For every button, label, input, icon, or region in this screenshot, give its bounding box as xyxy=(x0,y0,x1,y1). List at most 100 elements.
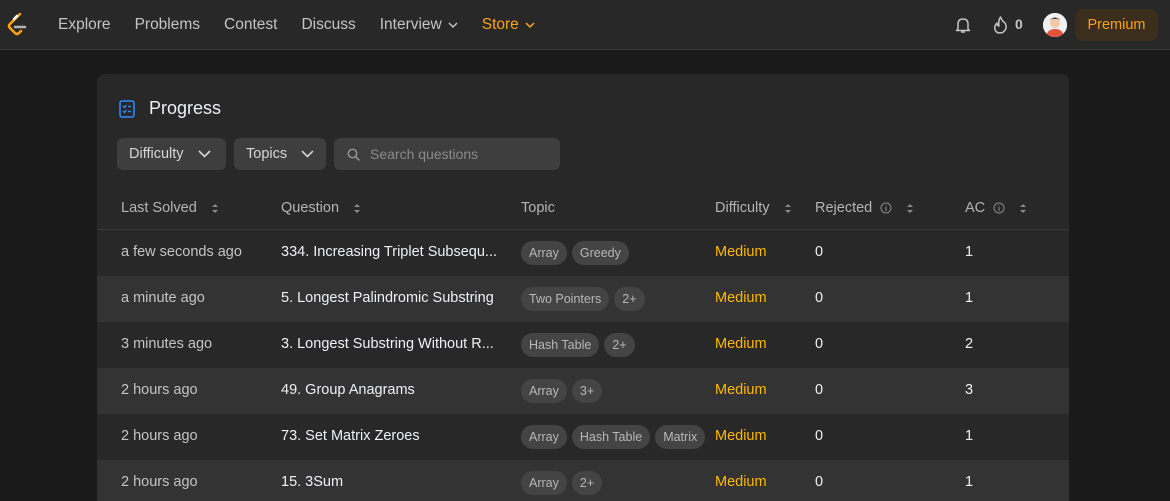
question-link[interactable]: 5. Longest Palindromic Substring xyxy=(281,290,494,306)
last-solved-cell: 2 hours ago xyxy=(121,382,198,398)
ac-cell: 1 xyxy=(965,428,974,444)
nav-links: Explore Problems Contest Discuss Intervi… xyxy=(58,0,559,50)
col-last-solved[interactable]: Last Solved xyxy=(121,200,219,216)
fire-icon[interactable] xyxy=(993,16,1008,34)
ac-cell: 2 xyxy=(965,336,974,352)
difficulty-cell: Medium xyxy=(715,244,767,260)
top-nav: Explore Problems Contest Discuss Intervi… xyxy=(0,0,1170,50)
rejected-cell: 0 xyxy=(815,336,824,352)
info-icon[interactable] xyxy=(993,202,1005,214)
streak-count: 0 xyxy=(1015,16,1023,32)
topic-tag[interactable]: Array xyxy=(521,241,567,265)
table-header: Last Solved Question Topic Difficulty Re… xyxy=(97,188,1069,230)
table-row[interactable]: a few seconds ago 334. Increasing Triplet… xyxy=(97,230,1069,276)
difficulty-dropdown[interactable]: Difficulty xyxy=(117,138,226,170)
topic-tags: Two Pointers 2+ xyxy=(521,287,650,311)
info-icon[interactable] xyxy=(880,202,892,214)
nav-explore[interactable]: Explore xyxy=(58,16,111,34)
nav-contest[interactable]: Contest xyxy=(224,16,277,34)
filter-bar: Difficulty Topics xyxy=(117,138,560,170)
table-row[interactable]: 3 minutes ago 3. Longest Substring Withou… xyxy=(97,322,1069,368)
col-ac[interactable]: AC xyxy=(965,200,1027,216)
difficulty-cell: Medium xyxy=(715,428,767,444)
nav-store-label: Store xyxy=(481,16,519,33)
topic-tag[interactable]: Greedy xyxy=(571,241,629,265)
col-rejected[interactable]: Rejected xyxy=(815,200,914,216)
ac-cell: 1 xyxy=(965,244,974,260)
difficulty-cell: Medium xyxy=(715,290,767,306)
question-link[interactable]: 15. 3Sum xyxy=(281,474,343,490)
rejected-cell: 0 xyxy=(815,290,824,306)
sort-icon xyxy=(1020,203,1027,213)
topic-tag[interactable]: Array xyxy=(521,379,567,403)
difficulty-cell: Medium xyxy=(715,382,767,398)
topic-tags: Array Hash Table Matrix xyxy=(521,425,710,449)
question-link[interactable]: 73. Set Matrix Zeroes xyxy=(281,428,420,444)
topic-tag[interactable]: Two Pointers xyxy=(521,287,610,311)
avatar-image-icon xyxy=(1043,13,1067,37)
topic-tag[interactable]: 2+ xyxy=(604,333,635,357)
question-link[interactable]: 334. Increasing Triplet Subsequ... xyxy=(281,244,497,260)
topic-tag[interactable]: Matrix xyxy=(655,425,706,449)
topic-tag[interactable]: 3+ xyxy=(571,379,603,403)
question-link[interactable]: 49. Group Anagrams xyxy=(281,382,415,398)
col-last-solved-label: Last Solved xyxy=(121,200,197,216)
topic-tags: Hash Table 2+ xyxy=(521,333,640,357)
last-solved-cell: a few seconds ago xyxy=(121,244,242,260)
last-solved-cell: 2 hours ago xyxy=(121,474,198,490)
col-ac-label: AC xyxy=(965,200,986,216)
topic-tag[interactable]: Hash Table xyxy=(571,425,651,449)
col-difficulty[interactable]: Difficulty xyxy=(715,200,792,216)
difficulty-cell: Medium xyxy=(715,336,767,352)
rejected-cell: 0 xyxy=(815,428,824,444)
bell-icon[interactable] xyxy=(955,16,971,34)
premium-button[interactable]: Premium xyxy=(1075,9,1158,41)
topic-tag[interactable]: Array xyxy=(521,471,567,495)
chevron-down-icon xyxy=(301,150,314,158)
topics-dropdown[interactable]: Topics xyxy=(234,138,326,170)
nav-problems[interactable]: Problems xyxy=(135,16,200,34)
rejected-cell: 0 xyxy=(815,382,824,398)
topic-tags: Array Greedy xyxy=(521,241,634,265)
col-question[interactable]: Question xyxy=(281,200,361,216)
card-header: Progress xyxy=(119,98,221,119)
search-input[interactable] xyxy=(370,146,550,162)
table-row[interactable]: a minute ago 5. Longest Palindromic Subst… xyxy=(97,276,1069,322)
search-box[interactable] xyxy=(334,138,560,170)
table-row[interactable]: 2 hours ago 49. Group Anagrams Array 3+ Medi… xyxy=(97,368,1069,414)
nav-discuss[interactable]: Discuss xyxy=(301,16,355,34)
sort-icon xyxy=(907,203,914,213)
chevron-down-icon xyxy=(197,150,211,158)
topics-dropdown-label: Topics xyxy=(246,146,288,162)
ac-cell: 3 xyxy=(965,382,974,398)
difficulty-dropdown-label: Difficulty xyxy=(129,146,184,162)
last-solved-cell: a minute ago xyxy=(121,290,205,306)
progress-checklist-icon xyxy=(119,99,135,118)
table-row[interactable]: 2 hours ago 15. 3Sum Array 2+ Medium 0 1 xyxy=(97,460,1069,501)
topic-tag[interactable]: 2+ xyxy=(571,471,603,495)
rejected-cell: 0 xyxy=(815,244,824,260)
col-topic-label: Topic xyxy=(521,200,555,216)
ac-cell: 1 xyxy=(965,474,974,490)
col-topic: Topic xyxy=(521,200,555,216)
last-solved-cell: 3 minutes ago xyxy=(121,336,213,352)
nav-interview-label: Interview xyxy=(379,16,442,33)
sort-icon xyxy=(784,203,791,213)
progress-card: Progress Difficulty Topics Last Solved Q… xyxy=(97,74,1069,501)
col-rejected-label: Rejected xyxy=(815,200,873,216)
page-title: Progress xyxy=(149,98,222,118)
col-difficulty-label: Difficulty xyxy=(715,200,770,216)
sort-icon xyxy=(211,203,218,213)
ac-cell: 1 xyxy=(965,290,974,306)
last-solved-cell: 2 hours ago xyxy=(121,428,198,444)
leetcode-logo-icon[interactable] xyxy=(6,12,28,38)
topic-tag[interactable]: 2+ xyxy=(614,287,645,311)
topic-tag[interactable]: Hash Table xyxy=(521,333,600,357)
nav-interview[interactable]: Interview xyxy=(380,16,458,34)
nav-store[interactable]: Store xyxy=(482,16,535,34)
question-link[interactable]: 3. Longest Substring Without R... xyxy=(281,336,494,352)
avatar[interactable] xyxy=(1043,13,1067,37)
chevron-down-icon xyxy=(525,22,535,29)
table-row[interactable]: 2 hours ago 73. Set Matrix Zeroes Array Has… xyxy=(97,414,1069,460)
topic-tag[interactable]: Array xyxy=(521,425,567,449)
